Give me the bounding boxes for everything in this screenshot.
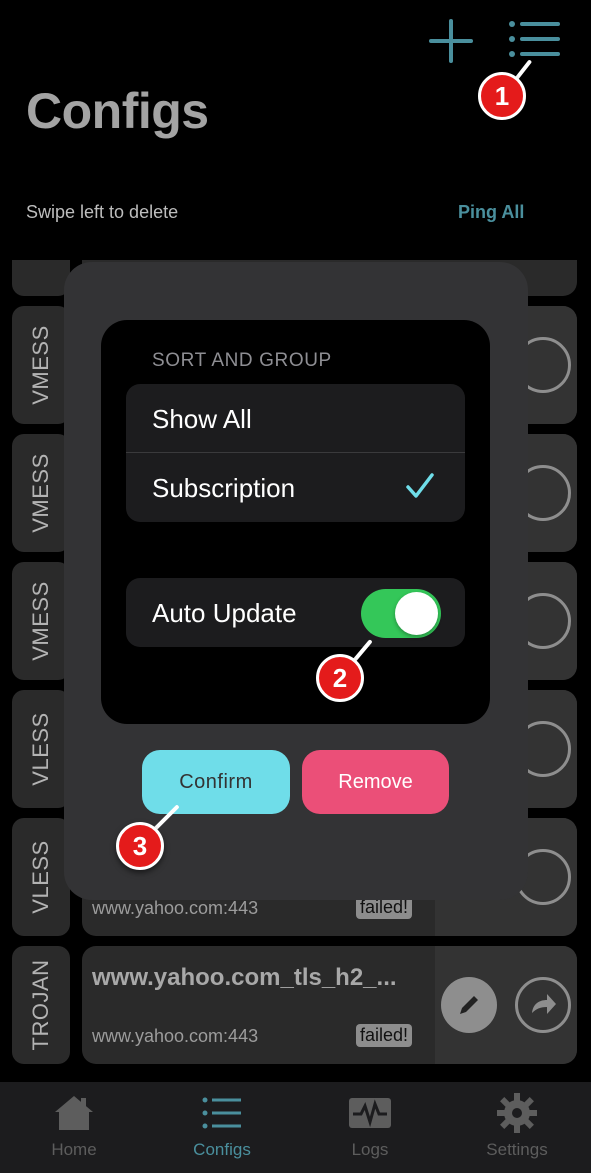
checkmark-icon <box>406 473 434 498</box>
confirm-button[interactable]: Confirm <box>142 750 290 814</box>
auto-update-toggle[interactable] <box>361 589 441 638</box>
gear-icon <box>497 1093 537 1133</box>
config-host: www.yahoo.com:443 <box>92 898 259 918</box>
list-item[interactable]: TROJAN www.yahoo.com_tls_h2_... www.yaho… <box>12 946 577 1064</box>
protocol-tag: VMESS <box>12 562 70 680</box>
home-icon <box>55 1096 93 1130</box>
option-subscription[interactable]: Subscription <box>126 453 465 522</box>
callout-badge: 2 <box>316 654 364 702</box>
page-title: Configs <box>26 83 209 139</box>
callout-badge: 1 <box>478 72 526 120</box>
protocol-tag: VLESS <box>12 818 70 936</box>
activity-icon <box>349 1098 391 1128</box>
callout-badge: 3 <box>116 822 164 870</box>
auto-update-row: Auto Update <box>126 578 465 647</box>
protocol-tag: VMESS <box>12 434 70 552</box>
sort-options: Show All Subscription <box>126 384 465 522</box>
sort-group-dialog: SORT AND GROUP Show All Subscription Aut… <box>64 262 528 900</box>
add-config-button[interactable] <box>428 18 474 64</box>
tab-logs[interactable]: Logs <box>296 1082 444 1173</box>
remove-button[interactable]: Remove <box>302 750 449 814</box>
tab-configs[interactable]: Configs <box>148 1082 296 1173</box>
option-show-all[interactable]: Show All <box>126 384 465 453</box>
protocol-tag: VMESS <box>12 306 70 424</box>
swipe-hint: Swipe left to delete <box>26 202 179 222</box>
status-badge: failed! <box>356 1024 413 1047</box>
edit-pencil-icon[interactable] <box>441 977 497 1033</box>
ping-all-button[interactable]: Ping All <box>458 202 524 223</box>
tab-home[interactable]: Home <box>0 1082 148 1173</box>
tab-bar: Home Configs Logs Settings <box>0 1082 591 1173</box>
protocol-tag: TROJAN <box>12 946 70 1064</box>
list-menu-icon[interactable] <box>506 16 562 64</box>
options-panel: SORT AND GROUP Show All Subscription Aut… <box>101 320 490 724</box>
connect-arrow-icon[interactable] <box>515 977 571 1033</box>
tab-settings[interactable]: Settings <box>443 1082 591 1173</box>
protocol-tag: VLESS <box>12 690 70 808</box>
section-header: SORT AND GROUP <box>152 350 332 371</box>
config-host: www.yahoo.com:443 <box>92 1026 259 1046</box>
list-icon <box>202 1097 241 1129</box>
config-name: www.yahoo.com_tls_h2_... <box>92 964 397 991</box>
